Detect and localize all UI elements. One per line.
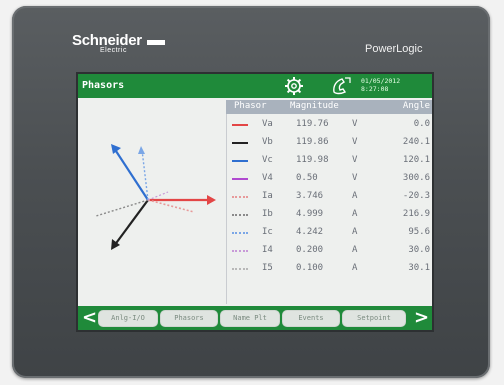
phasor-vb [113, 199, 149, 247]
phasor-angle: 300.6 [402, 173, 430, 183]
datetime: 01/05/2012 8:27:08 [361, 77, 400, 93]
phasor-legend-line [232, 268, 248, 270]
prev-arrow-icon[interactable]: < [82, 308, 97, 328]
phasor-name: Ia [262, 191, 273, 201]
events-button[interactable]: Events [282, 310, 340, 327]
phasor-unit: A [352, 191, 358, 201]
phasor-name: Vb [262, 137, 273, 147]
table-row: Ic 4.242 A 95.6 [226, 224, 432, 242]
phasor-legend-line [232, 196, 248, 198]
phasor-name: Ib [262, 209, 273, 219]
phasor-legend-line [232, 232, 248, 234]
phasor-angle: 120.1 [402, 155, 430, 165]
phasor-unit: A [352, 227, 358, 237]
next-arrow-icon[interactable]: > [414, 308, 429, 328]
phasor-unit: A [352, 209, 358, 219]
phone-icon[interactable] [330, 76, 352, 96]
phasor-unit: A [352, 263, 358, 273]
phasor-i4 [147, 191, 169, 201]
display-screen: Phasors 01/05/2012 8:27:08 Phasor Magnit… [78, 74, 432, 330]
phasor-name: Va [262, 119, 273, 129]
time-text: 8:27:08 [361, 85, 389, 93]
phasor-unit: V [352, 173, 358, 183]
phasor-ib [95, 199, 149, 217]
phasor-angle: 30.0 [408, 245, 430, 255]
table-header: Phasor Magnitude Angle [226, 100, 432, 114]
phasor-legend-line [232, 124, 248, 126]
title-bar: Phasors 01/05/2012 8:27:08 [78, 74, 432, 98]
header-angle: Angle [402, 101, 430, 111]
screen-title: Phasors [82, 80, 125, 91]
phasor-ic-head [138, 146, 145, 154]
phasor-legend-line [232, 250, 248, 252]
header-phasor: Phasor [234, 101, 267, 111]
phasor-name: V4 [262, 173, 273, 183]
table-row: Ib 4.999 A 216.9 [226, 206, 432, 224]
phasor-unit: V [352, 155, 358, 165]
phasor-angle: 216.9 [402, 209, 430, 219]
brand-logo: Schneider Electric [72, 32, 165, 54]
phasor-legend-line [232, 160, 248, 162]
date-text: 01/05/2012 [361, 77, 401, 85]
brand-bar [146, 39, 165, 45]
phasor-diagram [95, 144, 216, 250]
gear-icon[interactable] [284, 76, 304, 96]
phasor-legend-line [232, 214, 248, 216]
phasor-magnitude: 0.200 [296, 245, 324, 255]
table-row: Vb 119.86 V 240.1 [226, 134, 432, 152]
phasor-name: I5 [262, 263, 273, 273]
phasor-magnitude: 0.50 [296, 173, 318, 183]
phasor-angle: 30.1 [408, 263, 430, 273]
phasor-magnitude: 119.98 [296, 155, 329, 165]
phasor-unit: V [352, 119, 358, 129]
phasor-name: I4 [262, 245, 273, 255]
phasor-name: Vc [262, 155, 273, 165]
phasor-table: Va 119.76 V 0.0 Vb 119.86 V 240.1 Vc 119.98 V 120.1… [226, 116, 432, 278]
table-row: Vc 119.98 V 120.1 [226, 152, 432, 170]
phasor-magnitude: 119.86 [296, 137, 329, 147]
footer-bar: < Anlg-I/O Phasors Name Plt Events Setpo… [78, 306, 432, 330]
table-row: V4 0.50 V 300.6 [226, 170, 432, 188]
table-row: I4 0.200 A 30.0 [226, 242, 432, 260]
table-row: I5 0.100 A 30.1 [226, 260, 432, 278]
phasor-unit: V [352, 137, 358, 147]
phasor-legend-line [232, 178, 248, 180]
phasor-legend-line [232, 142, 248, 144]
phasor-ia [147, 199, 195, 213]
phasor-angle: 240.1 [402, 137, 430, 147]
table-row: Ia 3.746 A -20.3 [226, 188, 432, 206]
phasor-magnitude: 119.76 [296, 119, 329, 129]
setpoint-button[interactable]: Setpoint [342, 310, 406, 327]
phasor-angle: -20.3 [402, 191, 430, 201]
phasor-angle: 95.6 [408, 227, 430, 237]
phasor-va-head [207, 195, 216, 205]
phasor-angle: 0.0 [413, 119, 430, 129]
phasor-name: Ic [262, 227, 273, 237]
phasors-button[interactable]: Phasors [160, 310, 218, 327]
header-magnitude: Magnitude [290, 101, 339, 111]
table-row: Va 119.76 V 0.0 [226, 116, 432, 134]
name-plt-button[interactable]: Name Plt [220, 310, 280, 327]
phasor-unit: A [352, 245, 358, 255]
anlg-io-button[interactable]: Anlg-I/O [98, 310, 158, 327]
phasor-magnitude: 4.242 [296, 227, 324, 237]
phasor-magnitude: 4.999 [296, 209, 324, 219]
product-name: PowerLogic [365, 43, 423, 55]
phasor-magnitude: 3.746 [296, 191, 324, 201]
phasor-magnitude: 0.100 [296, 263, 324, 273]
